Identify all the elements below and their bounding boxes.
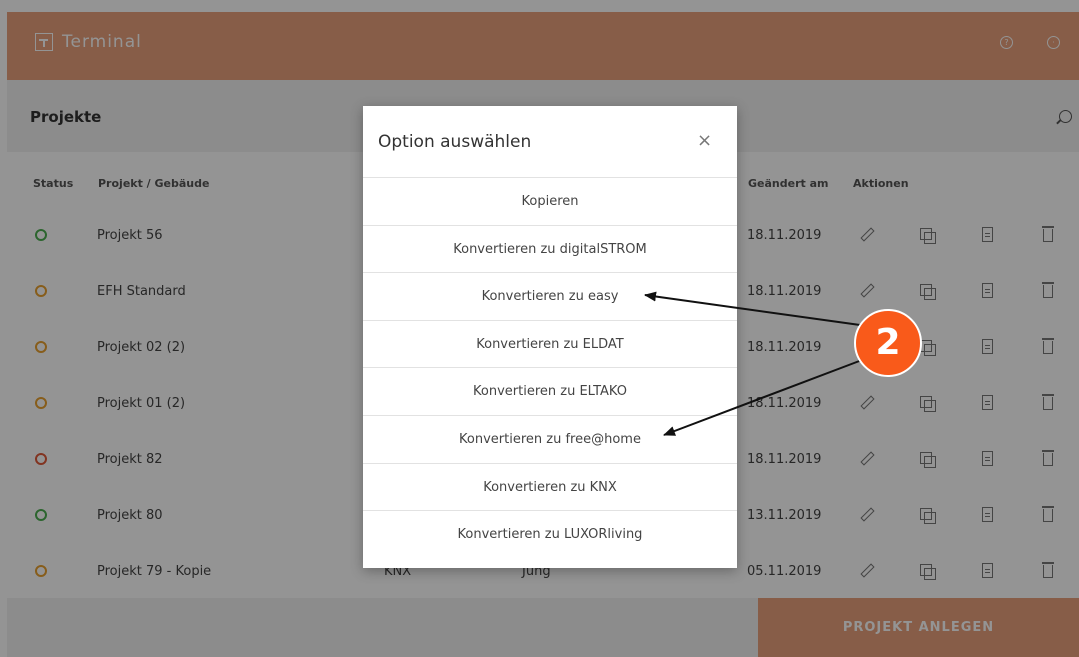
arrow-to-easy	[644, 291, 861, 326]
step-badge: 2	[854, 309, 922, 377]
arrow-to-free-at-home	[663, 359, 863, 436]
